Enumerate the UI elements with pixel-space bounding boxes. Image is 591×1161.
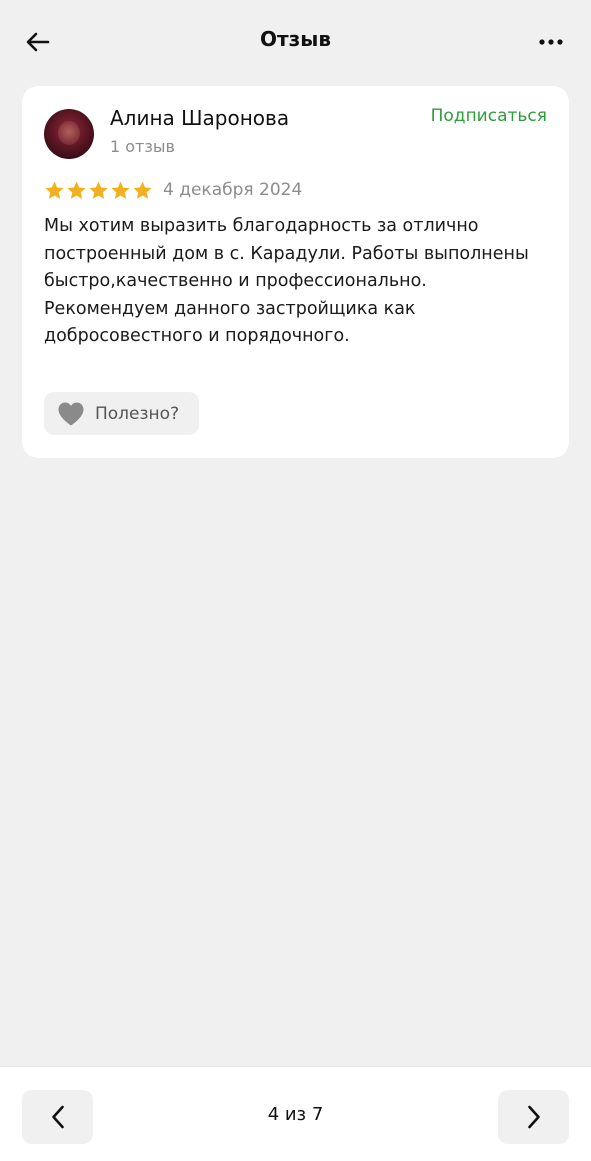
subscribe-button[interactable]: Подписаться: [431, 106, 547, 126]
avatar[interactable]: [44, 109, 94, 159]
pagination-bar: 4 из 7: [0, 1066, 591, 1161]
author-review-count: 1 отзыв: [110, 137, 175, 156]
star-icon: [133, 181, 152, 199]
star-icon: [67, 181, 86, 199]
page-title: Отзыв: [260, 27, 331, 51]
useful-label: Полезно?: [95, 403, 180, 424]
review-card: Алина Шаронова 1 отзыв Подписаться 4 дек…: [22, 86, 569, 458]
next-review-button[interactable]: [498, 1090, 569, 1144]
star-icon: [89, 181, 108, 199]
star-icon: [45, 181, 64, 199]
review-date: 4 декабря 2024: [163, 180, 303, 200]
chevron-right-icon: [527, 1105, 540, 1129]
star-icon: [111, 181, 130, 199]
heart-icon: [57, 401, 85, 427]
author-name[interactable]: Алина Шаронова: [110, 106, 289, 130]
useful-button[interactable]: Полезно?: [44, 392, 199, 435]
header: Отзыв: [0, 0, 591, 82]
review-text: Мы хотим выразить благодарность за отлич…: [44, 216, 529, 346]
rating-stars: [44, 180, 153, 201]
review-page: Отзыв Алина Шаронова 1 отзыв Подписаться…: [0, 0, 591, 1161]
more-button[interactable]: [533, 24, 569, 60]
more-horizontal-icon: [539, 39, 563, 45]
